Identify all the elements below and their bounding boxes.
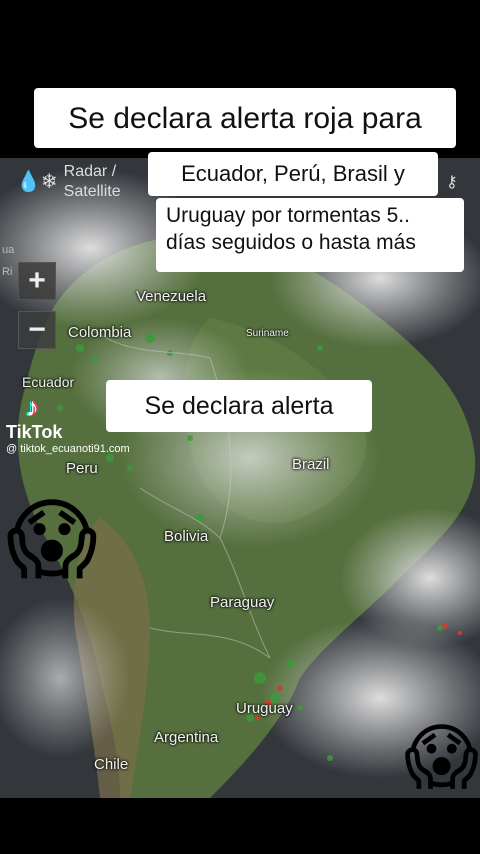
label-venezuela: Venezuela <box>136 288 207 305</box>
tiktok-watermark: ♪ TikTok @ tiktok_ecuanoti91.com <box>6 392 130 455</box>
caption-middle: Se declara alerta <box>106 380 372 432</box>
caption-line3: Uruguay por tormentas 5.. días seguidos … <box>156 198 464 272</box>
label-paraguay: Paraguay <box>210 594 275 611</box>
label-uruguay: Uruguay <box>236 700 293 717</box>
label-peru: Peru <box>66 460 98 477</box>
scream-emoji-icon-small: 😱 <box>404 718 480 798</box>
zoom-in-button[interactable]: + <box>18 262 56 300</box>
label-suriname: Suriname <box>246 328 289 339</box>
radar-satellite-toggle[interactable]: 💧❄ Radar / Satellite <box>16 161 136 203</box>
tiktok-handle: @ tiktok_ecuanoti91.com <box>6 443 130 455</box>
radar-label-line1: Radar / <box>63 163 117 180</box>
radar-label-line2: Satellite <box>63 183 121 200</box>
key-icon[interactable]: ⚷ <box>446 172 468 194</box>
edge-text-1: ua <box>2 244 15 256</box>
label-argentina: Argentina <box>154 729 219 746</box>
edge-text-2: Ri <box>2 266 13 278</box>
label-brazil: Brazil <box>292 456 330 473</box>
weather-icon: 💧❄ <box>16 171 58 193</box>
tiktok-logo-icon: ♪ <box>26 392 39 422</box>
caption-title: Se declara alerta roja para <box>34 88 456 148</box>
label-ecuador: Ecuador <box>22 374 75 390</box>
video-frame: Venezuela Colombia Suriname Ecuador Peru… <box>0 0 480 854</box>
scream-emoji-icon: 😱 <box>6 490 98 589</box>
tiktok-brand: TikTok <box>6 422 63 442</box>
label-chile: Chile <box>94 756 129 773</box>
zoom-out-button[interactable]: − <box>18 311 56 349</box>
label-colombia: Colombia <box>68 324 132 341</box>
caption-line2: Ecuador, Perú, Brasil y <box>148 152 438 196</box>
label-bolivia: Bolivia <box>164 528 209 545</box>
